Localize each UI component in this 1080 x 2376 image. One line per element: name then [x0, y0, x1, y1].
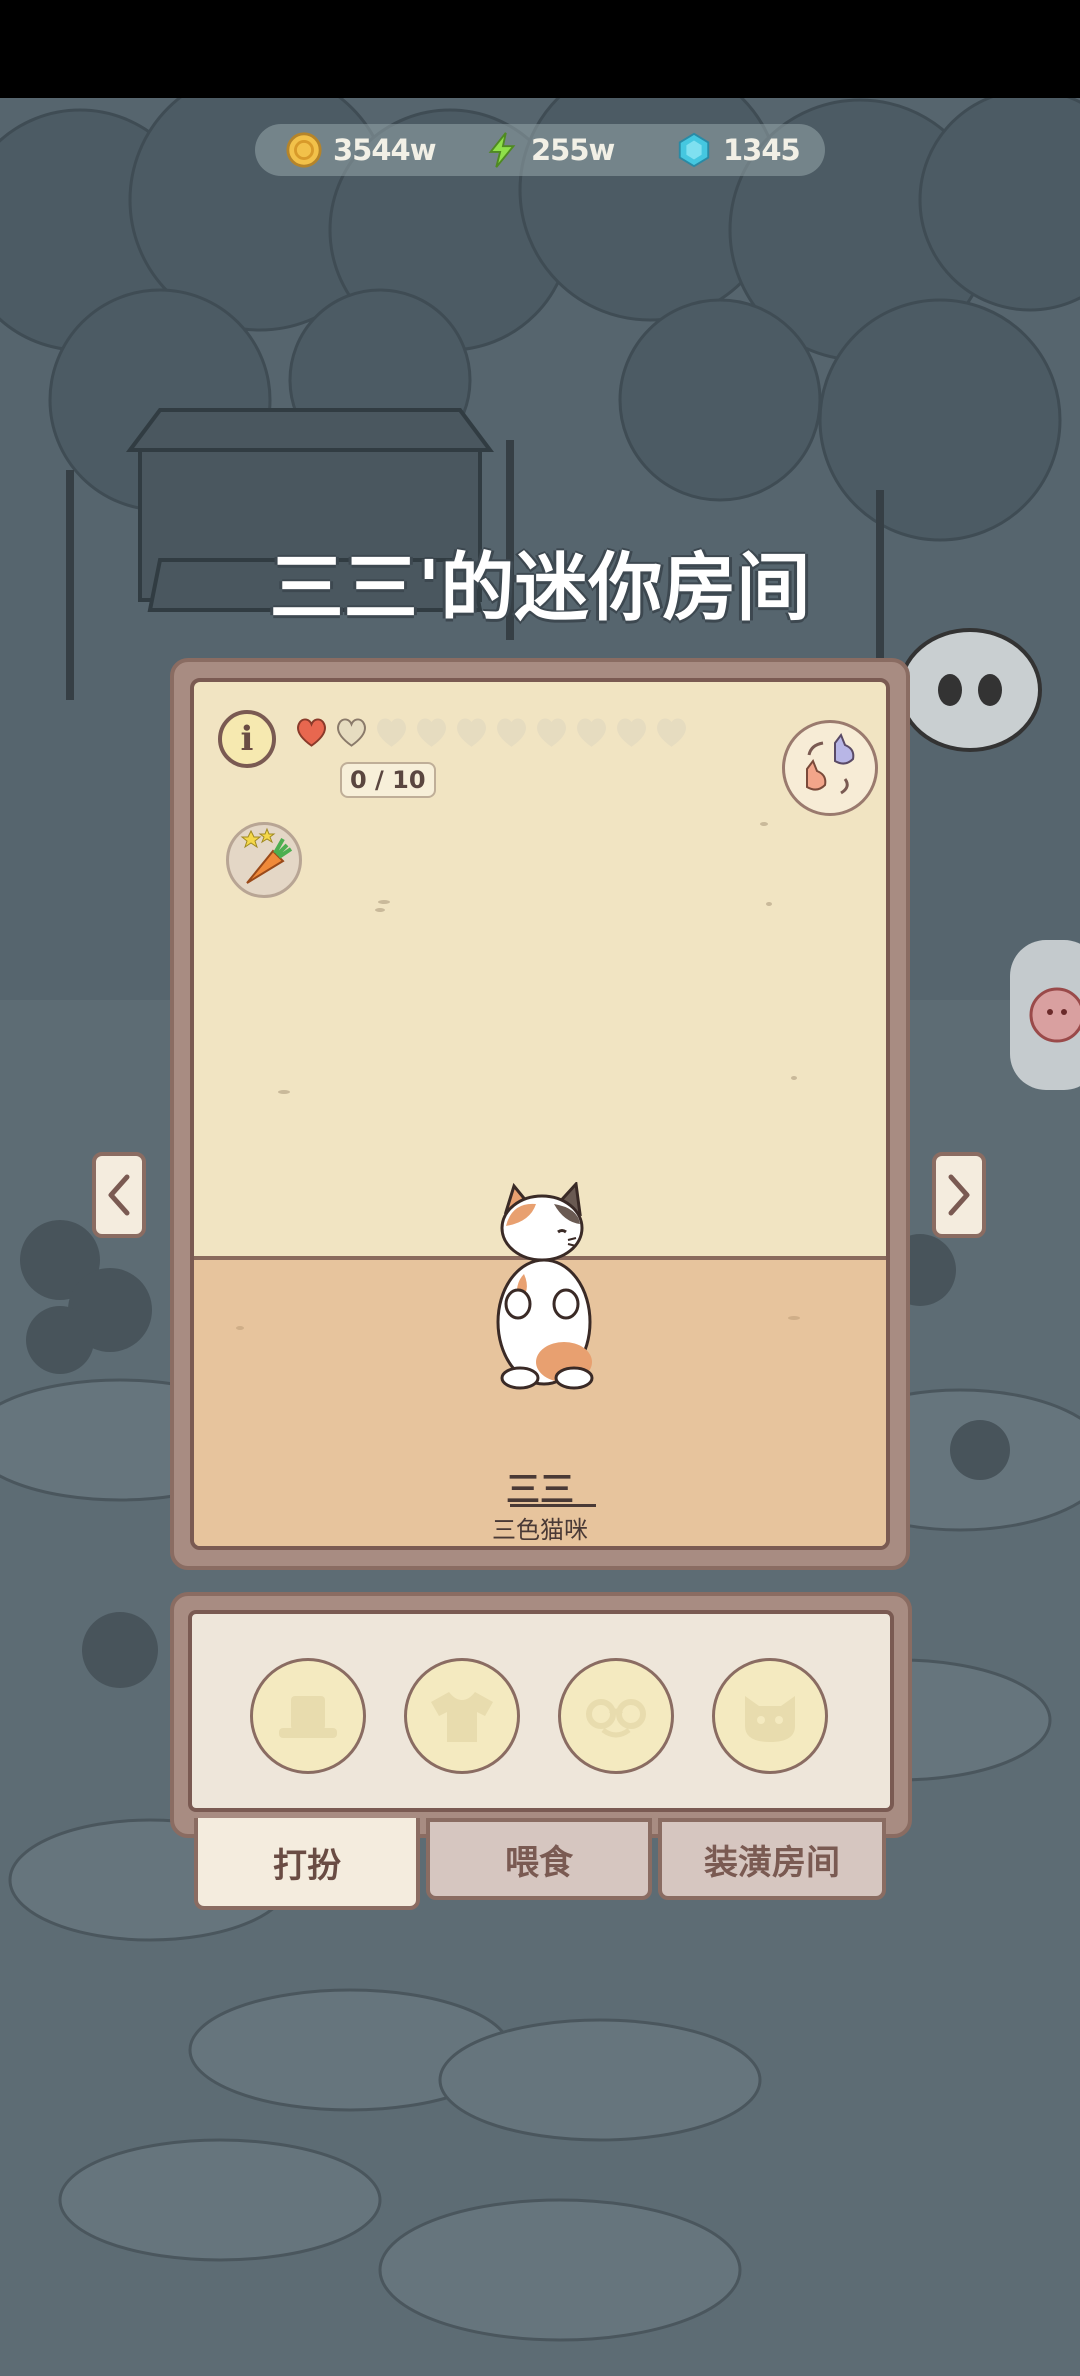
- face-slot[interactable]: [712, 1658, 828, 1774]
- coin-icon: [286, 132, 322, 168]
- next-pet-button[interactable]: [932, 1152, 986, 1238]
- gems-counter[interactable]: 1345: [675, 124, 801, 176]
- carrot-icon: [240, 827, 293, 884]
- heart-empty-icon: [457, 718, 486, 747]
- action-panel: [170, 1592, 912, 1838]
- heart-empty-icon: [377, 718, 406, 747]
- lightning-icon: [488, 132, 516, 168]
- heart-empty-icon: [497, 718, 526, 747]
- hat-icon: [279, 1696, 337, 1738]
- clothes-slot[interactable]: [404, 1658, 520, 1774]
- cat-face-icon: [745, 1696, 795, 1742]
- hat-slot[interactable]: [250, 1658, 366, 1774]
- switch-pet-button[interactable]: [782, 720, 878, 816]
- accessory-slot[interactable]: [558, 1658, 674, 1774]
- info-button[interactable]: i: [218, 710, 276, 768]
- glasses-icon: [586, 1699, 646, 1738]
- item-slots-area: [188, 1610, 894, 1812]
- prev-pet-button[interactable]: [92, 1152, 146, 1238]
- calico-cat-sprite: [496, 1182, 594, 1390]
- heart-filled-icon: [297, 718, 326, 747]
- energy-counter[interactable]: 255w: [483, 124, 615, 176]
- event-icon: [1029, 987, 1080, 1043]
- mini-room-card: i 0 / 10 三三 三色猫咪: [170, 658, 910, 1570]
- carrot-food-button[interactable]: [226, 822, 302, 898]
- heart-empty-icon: [657, 718, 686, 747]
- affection-hearts: [294, 716, 689, 748]
- gems-value: 1345: [723, 133, 801, 167]
- coins-value: 3544w: [333, 133, 437, 167]
- status-bar-area: [0, 0, 1080, 98]
- pet-name-underline: [510, 1504, 596, 1507]
- affection-count: 0 / 10: [340, 762, 436, 798]
- tab-feed[interactable]: 喂食: [426, 1818, 652, 1900]
- gem-icon: [678, 132, 710, 168]
- tab-dress[interactable]: 打扮: [194, 1818, 420, 1910]
- heart-empty-icon: [337, 718, 366, 747]
- cat-swap-icon: [806, 732, 855, 795]
- pet-species: 三色猫咪: [492, 1516, 588, 1544]
- room-view: i 0 / 10 三三 三色猫咪: [190, 678, 890, 1550]
- resource-bar: 3544w 255w 1345: [255, 124, 825, 176]
- info-icon: i: [240, 719, 254, 759]
- side-event-bubble[interactable]: [1010, 940, 1080, 1090]
- chevron-right-icon: [948, 1174, 970, 1216]
- heart-empty-icon: [617, 718, 646, 747]
- heart-empty-icon: [577, 718, 606, 747]
- tab-decorate-room[interactable]: 装潢房间: [658, 1818, 886, 1900]
- shirt-icon: [431, 1692, 493, 1742]
- heart-empty-icon: [417, 718, 446, 747]
- heart-empty-icon: [537, 718, 566, 747]
- page-title: 三三'的迷你房间: [269, 545, 811, 631]
- chevron-left-icon: [108, 1174, 130, 1216]
- coins-counter[interactable]: 3544w: [285, 124, 437, 176]
- energy-value: 255w: [531, 133, 615, 167]
